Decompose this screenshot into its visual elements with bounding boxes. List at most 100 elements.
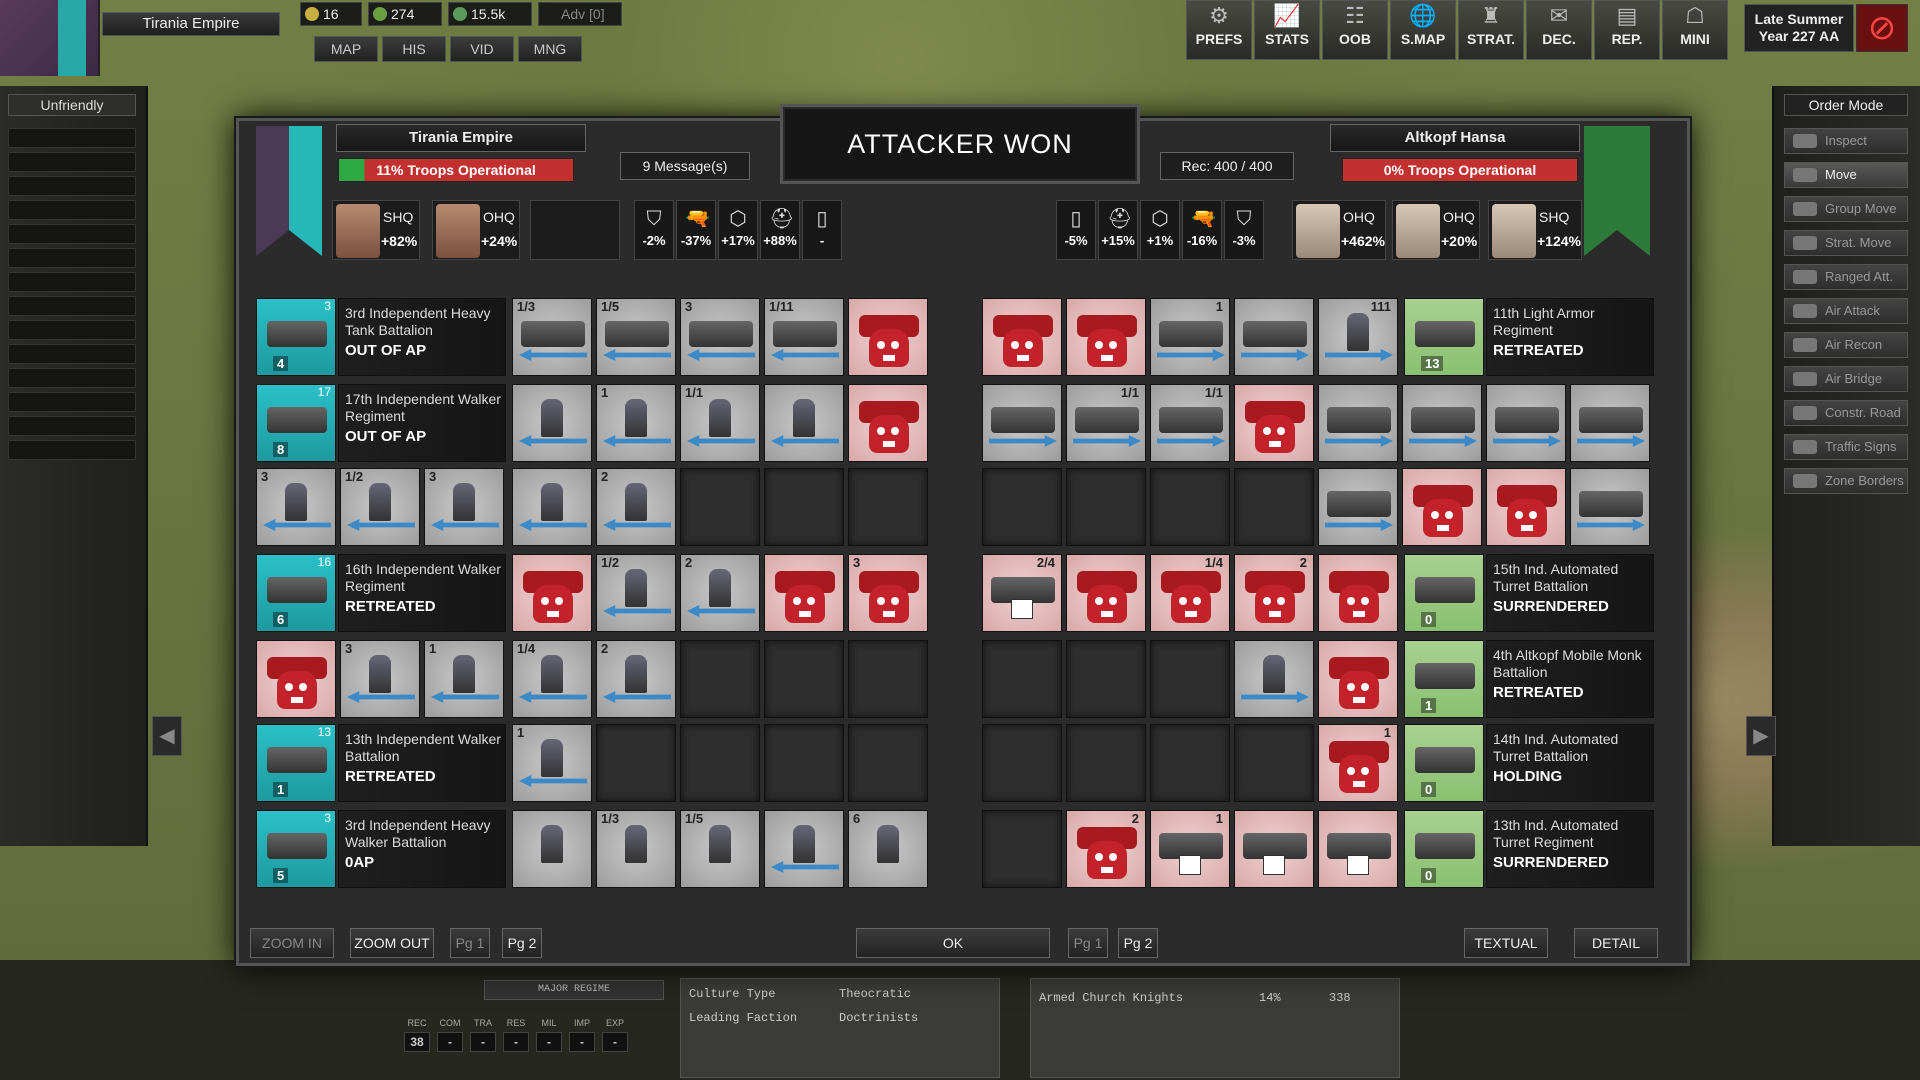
list-slot[interactable] [8,440,136,460]
defender-shq[interactable]: SHQ +124% [1488,200,1582,260]
destroyed-unit[interactable]: 1 [1318,724,1398,802]
attacker-unit-name-card[interactable]: 3rd Independent Heavy Tank Battalion OUT … [338,298,506,376]
oob-button[interactable]: ☷ OOB [1322,0,1388,60]
destroyed-unit[interactable] [982,298,1062,376]
order-group-move[interactable]: Group Move [1784,196,1908,222]
attacker-unit[interactable]: 2 [596,640,676,718]
attacker-unit-portrait[interactable]: 43 [256,298,336,376]
defender-unit-name-card[interactable]: 4th Altkopf Mobile Monk Battalion RETREAT… [1486,640,1654,718]
destroyed-unit[interactable]: 2 [1234,554,1314,632]
defender-page-1[interactable]: Pg 1 [1068,928,1108,958]
scroll-left-arrow[interactable]: ◀ [152,716,182,756]
destroyed-unit[interactable] [1486,468,1566,546]
surrendered-unit[interactable] [1318,810,1398,888]
defender-unit[interactable]: 1/1 [1066,384,1146,462]
attacker-unit[interactable] [764,384,844,462]
rep-button[interactable]: ▤ REP. [1594,0,1660,60]
tab-mng[interactable]: MNG [518,36,582,62]
list-slot[interactable] [8,248,136,268]
nation-name[interactable]: Tirania Empire [102,12,280,36]
defender-unit-name-card[interactable]: 13th Ind. Automated Turret Regiment SURRE… [1486,810,1654,888]
attacker-unit-name-card[interactable]: 17th Independent Walker Regiment OUT OF A… [338,384,506,462]
tab-map[interactable]: MAP [314,36,378,62]
destroyed-unit[interactable]: 2 [1066,810,1146,888]
attacker-page-2[interactable]: Pg 2 [502,928,542,958]
list-slot[interactable] [8,392,136,412]
defender-unit[interactable] [1570,384,1650,462]
defender-unit-portrait[interactable]: 0 [1404,810,1484,888]
attacker-unit-portrait[interactable]: 1 13 [256,724,336,802]
destroyed-unit[interactable] [256,640,336,718]
attacker-unit[interactable]: 3 [340,640,420,718]
attacker-unit-name-card[interactable]: 13th Independent Walker Battalion RETREAT… [338,724,506,802]
attacker-unit[interactable] [512,810,592,888]
defender-unit[interactable] [1570,468,1650,546]
order-move[interactable]: Move [1784,162,1908,188]
attacker-unit[interactable] [512,468,592,546]
detail-button[interactable]: DETAIL [1574,928,1658,958]
destroyed-unit[interactable] [1066,298,1146,376]
list-slot[interactable] [8,368,136,388]
order-constr-road[interactable]: Constr. Road [1784,400,1908,426]
defender-page-2[interactable]: Pg 2 [1118,928,1158,958]
destroyed-unit[interactable] [848,298,928,376]
list-slot[interactable] [8,272,136,292]
destroyed-unit[interactable] [1234,384,1314,462]
ok-button[interactable]: OK [856,928,1050,958]
destroyed-unit[interactable] [512,554,592,632]
attacker-unit[interactable]: 2 [596,468,676,546]
defender-unit-name-card[interactable]: 15th Ind. Automated Turret Battalion SURR… [1486,554,1654,632]
defender-unit[interactable]: 111 [1318,298,1398,376]
tab-his[interactable]: HIS [382,36,446,62]
list-slot[interactable] [8,152,136,172]
attacker-unit[interactable]: 1/3 [596,810,676,888]
stats-button[interactable]: 📈 STATS [1254,0,1320,60]
list-slot[interactable] [8,320,136,340]
defender-unit-portrait[interactable]: 0 [1404,554,1484,632]
defender-unit[interactable] [1402,384,1482,462]
destroyed-unit[interactable] [764,554,844,632]
attacker-unit-portrait[interactable]: 53 [256,810,336,888]
tab-vid[interactable]: VID [450,36,514,62]
list-slot[interactable] [8,344,136,364]
destroyed-unit[interactable] [1318,554,1398,632]
list-slot[interactable] [8,296,136,316]
attacker-unit[interactable]: 3 [424,468,504,546]
attacker-unit[interactable]: 2 [680,554,760,632]
attacker-unit[interactable]: 1/2 [596,554,676,632]
list-slot[interactable] [8,200,136,220]
surrendered-unit[interactable]: 2/4 [982,554,1062,632]
list-slot[interactable] [8,128,136,148]
attacker-unit[interactable]: 1/5 [596,298,676,376]
strat-button[interactable]: ♜ STRAT. [1458,0,1524,60]
messages-button[interactable]: 9 Message(s) [620,152,750,180]
attacker-unit[interactable]: 3 [680,298,760,376]
nation-flag[interactable] [0,0,100,76]
list-slot[interactable] [8,176,136,196]
defender-unit[interactable]: 1 [1150,298,1230,376]
destroyed-unit[interactable]: 3 [848,554,928,632]
order-inspect[interactable]: Inspect [1784,128,1908,154]
order-ranged-att-[interactable]: Ranged Att. [1784,264,1908,290]
dec-button[interactable]: ✉ DEC. [1526,0,1592,60]
defender-unit[interactable] [1234,298,1314,376]
attacker-unit[interactable]: 1 [512,724,592,802]
attacker-unit[interactable]: 1/1 [680,384,760,462]
attacker-ohq[interactable]: OHQ +24% [432,200,520,260]
attacker-unit[interactable]: 1/4 [512,640,592,718]
zoom-in-button[interactable]: ZOOM IN [250,928,334,958]
defender-unit-portrait[interactable]: 13 [1404,298,1484,376]
surrendered-unit[interactable]: 1 [1150,810,1230,888]
defender-unit[interactable] [1318,468,1398,546]
attacker-unit[interactable] [764,810,844,888]
advance-indicator[interactable]: Adv [0] [538,2,622,26]
attacker-unit[interactable]: 1/5 [680,810,760,888]
destroyed-unit[interactable] [1402,468,1482,546]
destroyed-unit[interactable] [848,384,928,462]
destroyed-unit[interactable] [1066,554,1146,632]
attacker-unit[interactable]: 1/3 [512,298,592,376]
list-slot[interactable] [8,224,136,244]
defender-unit[interactable] [982,384,1062,462]
defender-unit[interactable] [1318,384,1398,462]
order-traffic-signs[interactable]: Traffic Signs [1784,434,1908,460]
